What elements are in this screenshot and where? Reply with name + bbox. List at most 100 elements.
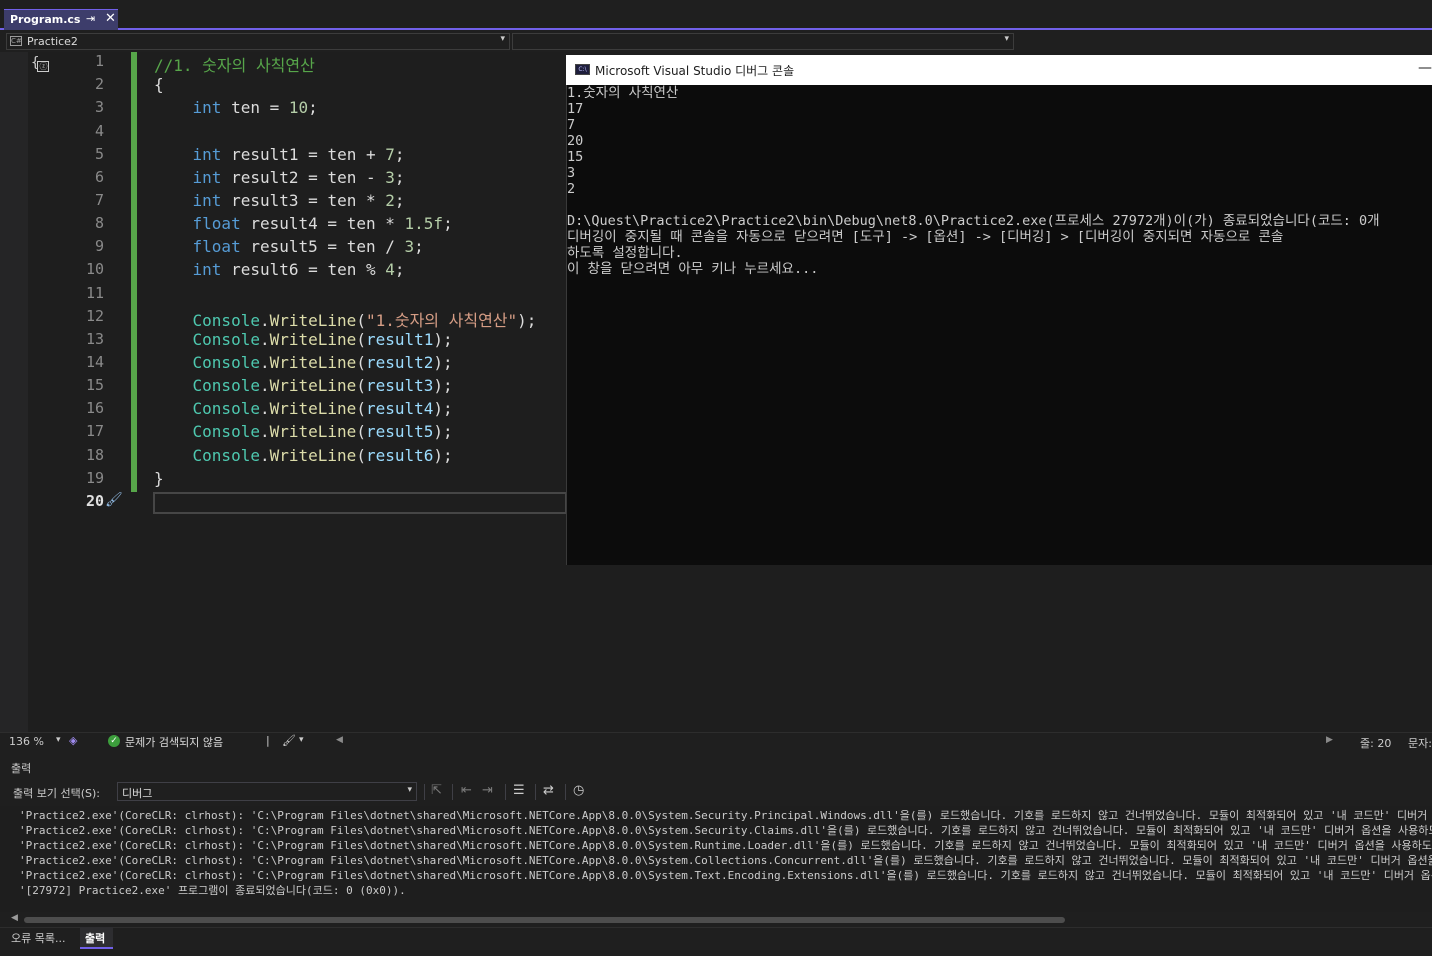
line-number: 1 (94, 52, 104, 70)
line-number: 5 (94, 145, 104, 163)
output-line: 'Practice2.exe'(CoreCLR: clrhost): 'C:\P… (19, 839, 1432, 852)
project-dropdown[interactable]: C# Practice2 ▾ (6, 33, 510, 50)
console-line: 1.숫자의 사칙연산 (567, 85, 679, 101)
find-message-icon[interactable]: ⇱ (431, 783, 442, 798)
close-icon[interactable]: ✕ (105, 11, 116, 26)
prev-message-icon[interactable]: ⇤ (461, 783, 472, 798)
word-wrap-icon[interactable]: ⇄ (543, 783, 554, 798)
output-source-value: 디버그 (122, 787, 153, 800)
line-number: 18 (85, 446, 104, 464)
code-line: int ten = 10; (192, 98, 318, 117)
chevron-down-icon: ▾ (1004, 34, 1009, 44)
toolbar-separator (535, 784, 536, 800)
current-line-highlight (153, 492, 567, 514)
copilot-icon[interactable]: ◈ (69, 734, 77, 747)
chevron-down-icon: ▾ (500, 34, 505, 44)
output-horizontal-scrollbar[interactable]: ◀ (8, 913, 1432, 927)
chevron-down-icon: ▾ (407, 785, 412, 795)
tab-program-cs[interactable]: Program.cs ⇥ ✕ (4, 9, 118, 30)
code-line: Console.WriteLine(result2); (192, 353, 453, 372)
clear-all-icon[interactable]: ☰ (513, 783, 525, 798)
code-line: float result5 = ten / 3; (192, 237, 424, 256)
code-line: Console.WriteLine(result5); (192, 422, 453, 441)
timestamp-icon[interactable]: ◷ (573, 783, 584, 798)
console-line: 7 (567, 117, 576, 133)
line-number-current: 20 (85, 492, 104, 510)
console-line: 17 (567, 101, 584, 117)
debug-console-window[interactable] (566, 55, 1432, 565)
tab-error-list[interactable]: 오류 목록... (11, 930, 65, 946)
code-line: int result3 = ten * 2; (192, 191, 405, 210)
tab-label: Program.cs (10, 13, 81, 26)
output-line: '[27972] Practice2.exe' 프로그램이 종료되었습니다(코드… (19, 884, 406, 897)
char-indicator[interactable]: 문자: (1408, 735, 1432, 751)
pin-icon[interactable]: ⇥ (86, 12, 95, 25)
next-message-icon[interactable]: ⇥ (482, 783, 493, 798)
console-line: 2 (567, 181, 576, 197)
chevron-down-icon[interactable]: ▾ (299, 735, 304, 745)
issues-status[interactable]: 문제가 검색되지 않음 (125, 734, 223, 750)
line-number: 4 (94, 122, 104, 140)
console-title-bar[interactable]: C:\ Microsoft Visual Studio 디버그 콘솔 — (566, 55, 1432, 85)
line-number: 12 (85, 307, 104, 325)
console-line: 하도록 설정합니다. (567, 245, 683, 261)
zoom-level[interactable]: 136 % (9, 735, 44, 748)
line-number: 6 (94, 168, 104, 186)
tab-output-label: 출력 (85, 932, 106, 945)
code-line: Console.WriteLine(result3); (192, 376, 453, 395)
output-line: 'Practice2.exe'(CoreCLR: clrhost): 'C:\P… (19, 824, 1432, 837)
line-number: 19 (85, 469, 104, 487)
toolbar-separator (505, 784, 506, 800)
line-number: 15 (85, 376, 104, 394)
project-icon: C# (10, 36, 22, 46)
scroll-left-icon[interactable]: ◀ (11, 913, 18, 923)
scrollbar-thumb[interactable] (24, 917, 1065, 923)
console-title: Microsoft Visual Studio 디버그 콘솔 (595, 64, 795, 78)
code-line: //1. 숫자의 사칙연산 (154, 56, 315, 75)
outline-collapse-icon[interactable]: {ⓩ (31, 55, 51, 72)
status-separator: | (266, 734, 270, 747)
tab-output[interactable]: 출력 (80, 927, 113, 949)
code-line: float result4 = ten * 1.5f; (192, 214, 453, 233)
code-line: int result2 = ten - 3; (192, 168, 405, 187)
indicator-margin (0, 52, 28, 732)
console-line: 이 창을 닫으려면 아무 키나 누르세요... (567, 261, 819, 277)
code-line: Console.WriteLine(result6); (192, 446, 453, 465)
code-line: { (154, 75, 164, 94)
minimize-icon[interactable]: — (1418, 60, 1432, 76)
chevron-down-icon[interactable]: ▾ (56, 735, 61, 745)
toolbar-separator (452, 784, 453, 800)
output-source-label: 출력 보기 선택(S): (13, 787, 100, 800)
console-line: 디버깅이 중지될 때 콘솔을 자동으로 닫으려면 [도구] -> [옵션] ->… (567, 229, 1284, 245)
line-number: 9 (94, 237, 104, 255)
bottom-tool-tabs (0, 927, 1432, 956)
line-number: 14 (85, 353, 104, 371)
code-line: int result1 = ten + 7; (192, 145, 405, 164)
output-panel-title: 출력 (11, 762, 32, 775)
console-app-icon: C:\ (575, 64, 590, 75)
scroll-right-icon[interactable]: ▶ (1326, 735, 1333, 745)
change-tracking-bar (131, 52, 137, 492)
line-number: 2 (94, 75, 104, 93)
line-number: 17 (85, 422, 104, 440)
line-number: 7 (94, 191, 104, 209)
line-number: 16 (85, 399, 104, 417)
console-line: 3 (567, 165, 576, 181)
project-name: Practice2 (27, 35, 78, 48)
line-number: 11 (85, 284, 104, 302)
code-line: Console.WriteLine(result4); (192, 399, 453, 418)
output-text-area[interactable]: 'Practice2.exe'(CoreCLR: clrhost): 'C:\P… (0, 806, 1432, 912)
code-cleanup-icon[interactable]: 🖌 (282, 734, 296, 747)
scroll-left-icon[interactable]: ◀ (336, 735, 343, 745)
line-indicator[interactable]: 줄: 20 (1360, 735, 1391, 751)
code-line: int result6 = ten % 4; (192, 260, 405, 279)
output-source-select[interactable]: 디버그 ▾ (117, 782, 417, 801)
member-dropdown[interactable]: ▾ (512, 33, 1014, 50)
line-number: 8 (94, 214, 104, 232)
code-line: } (154, 469, 164, 488)
line-number: 10 (85, 260, 104, 278)
output-line: 'Practice2.exe'(CoreCLR: clrhost): 'C:\P… (19, 854, 1432, 867)
quick-actions-brush-icon[interactable]: 🖌 (105, 492, 123, 508)
code-line: Console.WriteLine("1.숫자의 사칙연산"); (192, 311, 537, 330)
line-number: 3 (94, 98, 104, 116)
